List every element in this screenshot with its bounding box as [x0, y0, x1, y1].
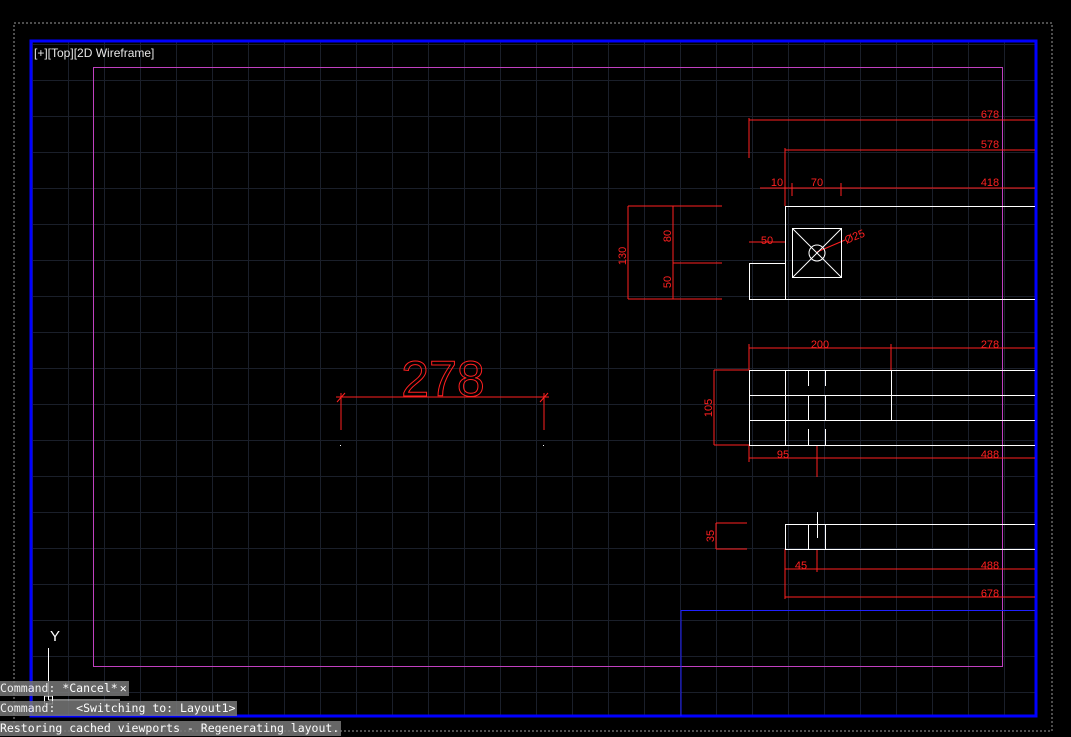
dim-text-488-a: 488 — [981, 449, 999, 461]
dim-text-678-top: 678 — [981, 109, 999, 121]
command-history-line-2: Command: <Switching to: Layout1> — [0, 701, 238, 716]
command-prefix: Command: — [0, 701, 77, 715]
dim-text-35: 35 — [705, 530, 717, 542]
viewport-controls-label[interactable]: [+][Top][2D Wireframe] — [34, 46, 154, 60]
secondary-viewport-border[interactable] — [680, 610, 1035, 717]
dim-text-678-bottom: 678 — [981, 588, 999, 600]
dim-text-105: 105 — [703, 399, 715, 417]
dim-text-70: 70 — [811, 177, 823, 189]
bottom-part-geometry[interactable] — [785, 512, 1036, 550]
ucs-y-axis-label: Y — [50, 628, 61, 645]
dim-text-95: 95 — [777, 449, 789, 461]
dimension-278-ext-points — [340, 445, 544, 446]
dim-text-200: 200 — [811, 339, 829, 351]
command-text: <Switching to: Layout1> — [76, 701, 236, 715]
command-text: Restoring cached viewports - Regeneratin… — [0, 721, 340, 735]
dim-text-diameter-25: Ø25 — [843, 228, 867, 247]
top-part-geometry[interactable] — [749, 206, 1036, 300]
cad-model-space[interactable]: 278 678 578 10 70 418 130 80 50 50 Ø25 2… — [0, 0, 1071, 737]
dim-text-50-horizontal: 50 — [761, 235, 773, 247]
drawing-canvas[interactable]: 278 678 578 10 70 418 130 80 50 50 Ø25 2… — [0, 0, 1071, 737]
command-prefix: Command: — [0, 681, 63, 695]
command-history-line-3: Restoring cached viewports - Regeneratin… — [0, 721, 342, 736]
grid — [32, 42, 1035, 715]
command-text: *Cancel* — [62, 681, 118, 695]
dim-text-578: 578 — [981, 139, 999, 151]
top-dimension-lines[interactable] — [627, 118, 1035, 300]
dim-text-50-vertical: 50 — [662, 276, 674, 288]
dimension-278-large-text: 278 — [401, 351, 484, 407]
dim-text-80: 80 — [662, 230, 674, 242]
dim-text-488-b: 488 — [981, 560, 999, 572]
dim-text-45: 45 — [795, 560, 807, 572]
dim-text-278-right: 278 — [981, 339, 999, 351]
dim-text-130: 130 — [617, 247, 629, 265]
close-icon[interactable]: ✕ — [120, 681, 127, 696]
dim-text-418: 418 — [981, 177, 999, 189]
viewport-border[interactable] — [29, 39, 1038, 718]
dim-text-10: 10 — [771, 177, 783, 189]
command-history-line-1: Command: *Cancel* ✕ — [0, 681, 129, 696]
middle-part-geometry[interactable] — [749, 370, 1036, 446]
layout-rectangle — [93, 67, 1003, 667]
